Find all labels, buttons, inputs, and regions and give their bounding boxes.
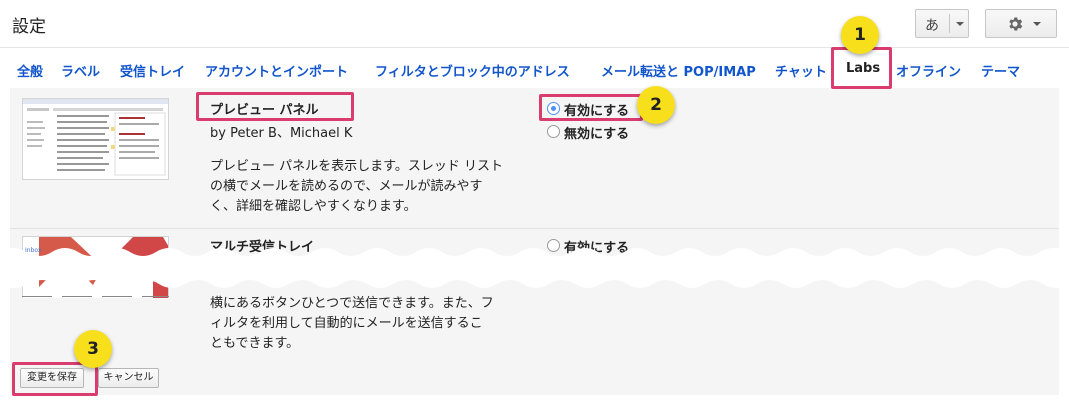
description-line: の横でメールを読めるので、メールが読みやす: [210, 179, 483, 194]
cancel-button[interactable]: キャンセル: [98, 368, 159, 388]
multiple-inbox-thumbnail: Inbox Starred: [22, 236, 169, 298]
tab-filters-blocked[interactable]: フィルタとブロック中のアドレス: [375, 61, 570, 80]
description-line: 横にあるボタンひとつで送信できます。また、フ: [210, 296, 494, 311]
save-changes-button[interactable]: 変更を保存: [20, 368, 84, 388]
button-divider: [949, 14, 950, 33]
description-line: ィルタを利用して自動的にメールを送信するこ: [210, 316, 483, 331]
feature-author: by Peter B、Michael K: [210, 126, 353, 141]
description-line: ともできます。: [210, 336, 300, 351]
settings-header: 設定 あ: [0, 0, 1069, 48]
feature-description: 横にあるボタンひとつで送信できます。また、フ ィルタを利用して自動的にメールを送…: [210, 294, 530, 354]
input-tools-button[interactable]: あ: [915, 9, 969, 38]
thumbnail-edge: [22, 296, 169, 297]
tab-labs[interactable]: Labs: [846, 61, 880, 76]
chevron-down-icon: [956, 22, 964, 26]
disable-label: 無効にする: [564, 127, 630, 142]
settings-gear-button[interactable]: [985, 9, 1057, 38]
enable-radio[interactable]: [547, 239, 560, 252]
tab-accounts-import[interactable]: アカウントとインポート: [205, 61, 348, 80]
tab-themes[interactable]: テーマ: [981, 61, 1020, 80]
description-line: プレビュー パネルを表示します。スレッド リスト: [210, 159, 503, 174]
feature-title-multiple-inbox: マルチ受信トレイ: [210, 240, 315, 255]
settings-tabs: 全般 ラベル 受信トレイ アカウントとインポート フィルタとブロック中のアドレス…: [0, 48, 1069, 88]
tab-forwarding-pop-imap[interactable]: メール転送と POP/IMAP: [601, 61, 756, 80]
tab-inbox[interactable]: 受信トレイ: [120, 61, 185, 80]
callout-3: 3: [74, 330, 112, 368]
enable-label: 有効にする: [564, 104, 630, 119]
tab-labels[interactable]: ラベル: [61, 61, 100, 80]
description-line: く、詳細を確認しやすくなります。: [210, 199, 417, 214]
chevron-down-icon: [1033, 22, 1041, 26]
row-divider: [10, 228, 1059, 229]
gmail-logo-graphic: [39, 237, 168, 298]
feature-title-preview-pane: プレビュー パネル: [210, 103, 319, 118]
feature-description: プレビュー パネルを表示します。スレッド リスト の横でメールを読めるので、メー…: [210, 157, 530, 217]
gear-icon: [1009, 17, 1023, 31]
page-title: 設定: [12, 17, 46, 37]
enable-label: 有効にする: [564, 241, 630, 256]
callout-1: 1: [841, 16, 879, 54]
disable-radio[interactable]: [547, 125, 560, 138]
preview-pane-thumbnail: [22, 98, 169, 180]
tab-general[interactable]: 全般: [17, 61, 43, 80]
enable-radio[interactable]: [547, 102, 560, 115]
thumb-label-starred: Starred: [25, 258, 48, 265]
tab-chat[interactable]: チャット: [775, 61, 827, 80]
input-tools-label: あ: [925, 18, 939, 34]
preview-pane-screenshot: [23, 99, 168, 176]
thumb-label-inbox: Inbox: [25, 247, 42, 254]
tab-offline[interactable]: オフライン: [896, 61, 961, 80]
callout-2: 2: [637, 86, 675, 124]
